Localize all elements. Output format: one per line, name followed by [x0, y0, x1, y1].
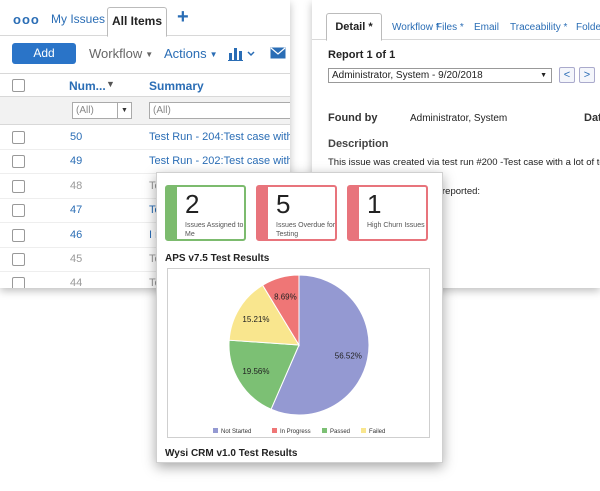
legend-swatch: [361, 428, 366, 433]
legend-swatch: [322, 428, 327, 433]
tab-traceability[interactable]: Traceability *: [510, 22, 567, 33]
tab-files[interactable]: Files *: [436, 22, 464, 33]
kpi-label: Issues Assigned to Me: [185, 222, 244, 238]
legend-item[interactable]: Not Started: [213, 428, 251, 435]
dashboard-card: 2 Issues Assigned to Me 5 Issues Overdue…: [156, 172, 443, 463]
kpi-value: 1: [367, 189, 382, 219]
chevron-down-icon: ▼: [145, 50, 154, 60]
legend-swatch: [213, 428, 218, 433]
description-reported-text: reported:: [442, 186, 481, 197]
kpi-value: 2: [185, 189, 200, 219]
pie-slice-label: 8.69%: [274, 292, 297, 301]
number-filter-select[interactable]: (All) ▼: [72, 102, 132, 119]
row-number: 44: [70, 277, 83, 288]
legend-item[interactable]: Failed: [361, 428, 385, 435]
actions-menu[interactable]: Actions ▼: [164, 46, 218, 61]
list-tab-bar: ooo My Issues All Items +: [0, 0, 290, 37]
bar-chart-icon[interactable]: [228, 45, 256, 61]
workflow-menu[interactable]: Workflow ▼: [89, 46, 153, 61]
column-header-summary[interactable]: Summary: [149, 79, 204, 93]
row-checkbox[interactable]: [12, 253, 25, 266]
column-header-number[interactable]: Num...: [69, 79, 106, 93]
pie-slice-label: 19.56%: [242, 367, 269, 376]
legend-label: Failed: [369, 429, 385, 435]
kpi-label: Issues Overdue for Testing: [276, 222, 336, 238]
workflow-menu-label: Workflow: [89, 46, 143, 61]
row-number: 48: [70, 179, 83, 192]
found-by-value: Administrator, System: [410, 113, 508, 124]
legend-item[interactable]: In Progress: [272, 428, 311, 435]
pie-chart: 56.52% 19.56% 15.21% 8.69% Not Started In Pro…: [167, 268, 430, 438]
pie-chart-svg: 56.52% 19.56% 15.21% 8.69% Not Started In Pro…: [213, 274, 385, 435]
tab-detail[interactable]: Detail *: [326, 13, 382, 41]
select-all-checkbox[interactable]: [12, 79, 25, 92]
more-tabs-icon[interactable]: ooo: [13, 12, 40, 27]
pie-slice-label: 56.52%: [335, 351, 362, 360]
date-label: Date: [584, 112, 600, 124]
found-by-label: Found by: [328, 112, 378, 124]
next-chart-title: Wysi CRM v1.0 Test Results: [165, 448, 298, 459]
row-checkbox[interactable]: [12, 204, 25, 218]
previous-report-button[interactable]: <: [559, 67, 575, 83]
pie-slice-label: 15.21%: [242, 315, 269, 324]
legend-label: In Progress: [280, 429, 311, 435]
filter-row: (All) ▼ (All): [0, 97, 290, 125]
actions-menu-label: Actions: [164, 46, 207, 61]
row-checkbox[interactable]: [12, 131, 25, 144]
row-summary[interactable]: Test Run - 202:Test case with a: [149, 155, 290, 167]
tab-my-issues[interactable]: My Issues: [51, 12, 105, 26]
kpi-color-bar: [349, 187, 359, 239]
legend-label: Passed: [330, 429, 350, 435]
row-number[interactable]: 47: [70, 204, 82, 216]
row-number[interactable]: 46: [70, 229, 82, 241]
report-select[interactable]: Administrator, System - 9/20/2018 ▼: [328, 68, 552, 83]
description-label: Description: [328, 138, 389, 150]
row-number[interactable]: 49: [70, 155, 82, 167]
kpi-assigned-to-me[interactable]: 2 Issues Assigned to Me: [165, 185, 246, 241]
row-checkbox[interactable]: [12, 228, 25, 242]
detail-tab-bar: Detail * Workflow * Files * Email Tracea…: [312, 0, 600, 41]
chart-title: APS v7.5 Test Results: [165, 253, 270, 264]
add-tab-icon[interactable]: +: [177, 6, 189, 29]
tab-folders[interactable]: Folde: [576, 22, 600, 33]
legend-item[interactable]: Passed: [322, 428, 350, 435]
chevron-down-icon: ▼: [117, 103, 131, 118]
tab-workflow[interactable]: Workflow *: [392, 22, 440, 33]
row-number[interactable]: 50: [70, 131, 82, 143]
summary-filter-input[interactable]: (All): [149, 102, 290, 119]
row-checkbox[interactable]: [12, 277, 25, 288]
chevron-down-icon: ▼: [540, 72, 547, 79]
next-report-button[interactable]: >: [579, 67, 595, 83]
kpi-color-bar: [167, 187, 177, 239]
description-text: This issue was created via test run #200…: [328, 157, 600, 168]
legend-label: Not Started: [221, 429, 251, 435]
chevron-down-icon: ▼: [209, 50, 218, 60]
list-toolbar: Add Workflow ▼ Actions ▼: [0, 37, 290, 73]
kpi-color-bar: [258, 187, 268, 239]
table-row[interactable]: 49 Test Run - 202:Test case with a: [0, 150, 290, 175]
report-counter: Report 1 of 1: [328, 49, 396, 61]
kpi-high-churn[interactable]: 1 High Churn Issues: [347, 185, 428, 241]
email-icon[interactable]: [270, 47, 286, 59]
kpi-overdue-for-testing[interactable]: 5 Issues Overdue for Testing: [256, 185, 337, 241]
tab-email[interactable]: Email: [474, 22, 499, 33]
row-summary[interactable]: Test Run - 204:Test case with a: [149, 131, 290, 143]
grid-header: Num... ▼ Summary: [0, 73, 290, 97]
report-select-value: Administrator, System - 9/20/2018: [332, 70, 483, 81]
kpi-label: High Churn Issues: [367, 222, 425, 229]
kpi-value: 5: [276, 189, 291, 219]
row-checkbox[interactable]: [12, 179, 25, 193]
sort-desc-icon[interactable]: ▼: [106, 79, 115, 89]
add-button[interactable]: Add: [12, 43, 76, 64]
number-filter-value: (All): [76, 105, 94, 116]
tab-all-items[interactable]: All Items: [107, 7, 167, 37]
table-row[interactable]: 50 Test Run - 204:Test case with a: [0, 126, 290, 150]
legend-swatch: [272, 428, 277, 433]
row-number: 45: [70, 253, 83, 265]
row-checkbox[interactable]: [12, 155, 25, 169]
